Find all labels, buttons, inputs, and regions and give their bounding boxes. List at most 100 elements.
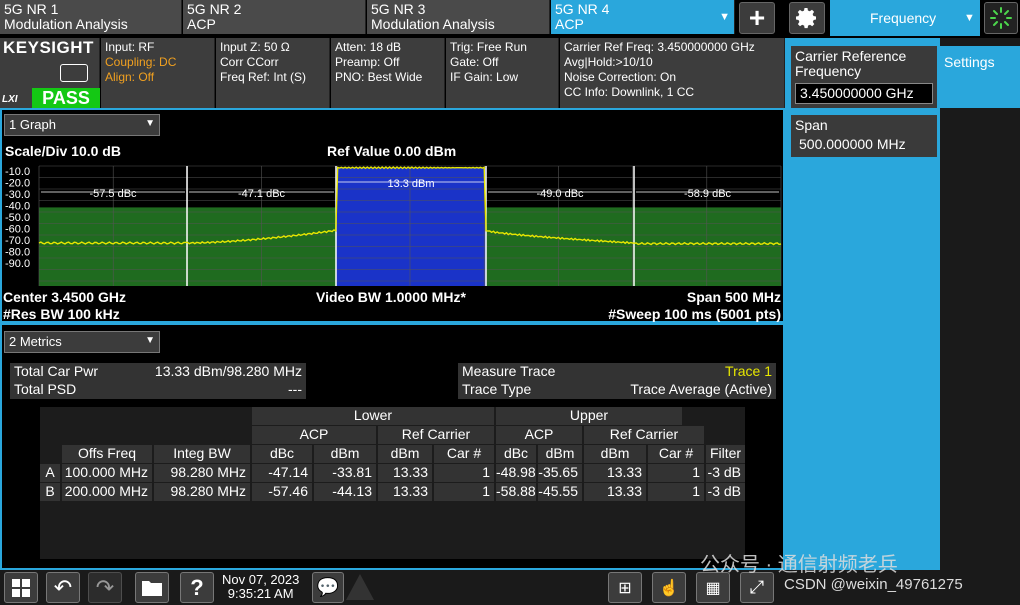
file-button[interactable] xyxy=(135,572,169,603)
trigger-info[interactable]: Trig: Free Run Gate: Off IF Gain: Low xyxy=(446,38,559,108)
time-label: 9:35:21 AM xyxy=(227,586,294,601)
y-tick-label: -80.0 xyxy=(5,247,30,259)
corr-label: Corr CCorr xyxy=(220,55,279,69)
gear-icon xyxy=(796,8,816,29)
carrier-ref-freq-value[interactable]: 3.450000000 GHz xyxy=(795,83,933,104)
gate-label: Gate: Off xyxy=(450,55,499,69)
frequency-menu[interactable]: Frequency ▼ xyxy=(830,0,980,36)
chevron-down-icon: ▼ xyxy=(964,12,975,24)
lower-ref-carrier-header: Ref Carrier xyxy=(378,426,494,444)
column-header: dBm xyxy=(378,445,432,463)
atten-info[interactable]: Atten: 18 dB Preamp: Off PNO: Best Wide xyxy=(331,38,445,108)
touch-icon: ☝ xyxy=(659,579,679,597)
scale-div-label: Scale/Div 10.0 dB xyxy=(5,143,121,159)
span-label: Span xyxy=(795,117,828,133)
total-car-pwr-row: Total Car Pwr 13.33 dBm/98.280 MHz xyxy=(10,363,306,381)
span-softkey[interactable]: Span 500.000000 MHz xyxy=(790,114,938,158)
column-header: dBc xyxy=(496,445,536,463)
touch-button[interactable]: ☝ xyxy=(652,572,686,603)
brand-block: KEYSIGHT LXI PASS xyxy=(0,38,100,108)
tab-title: 5G NR 1 xyxy=(4,1,59,17)
tab-title: 5G NR 2 xyxy=(187,1,242,17)
column-header: Car # xyxy=(434,445,494,463)
table-cell: -3 dB xyxy=(706,464,745,482)
redo-button[interactable]: ↷ xyxy=(88,572,122,603)
avg-hold-label: Avg|Hold:>10/10 xyxy=(564,55,653,69)
help-icon: ? xyxy=(190,574,204,600)
metrics-view-dropdown[interactable]: 2 Metrics ▼ xyxy=(4,331,160,353)
tab-5gnr3[interactable]: 5G NR 3 Modulation Analysis xyxy=(367,0,550,34)
tab-5gnr4[interactable]: 5G NR 4 ACP ▼ xyxy=(551,0,735,34)
table-cell: 1 xyxy=(434,464,494,482)
upper-ref-carrier-header: Ref Carrier xyxy=(584,426,704,444)
row-label: A xyxy=(40,464,60,482)
clock: Nov 07, 2023 9:35:21 AM xyxy=(222,573,299,601)
fullscreen-icon: ⤢ xyxy=(749,577,765,597)
preset-button[interactable]: ⊞ xyxy=(608,572,642,603)
segment-value-label: -49.0 dBc xyxy=(536,188,584,200)
network-icon: ⊞ xyxy=(618,579,632,597)
settings-button[interactable] xyxy=(789,2,825,34)
warning-icon[interactable] xyxy=(346,574,374,600)
y-tick-label: -50.0 xyxy=(5,212,30,224)
span-value[interactable]: 500.000000 MHz xyxy=(795,135,933,154)
tab-5gnr2[interactable]: 5G NR 2 ACP xyxy=(183,0,366,34)
plus-icon: + xyxy=(748,2,766,33)
table-cell: 13.33 xyxy=(584,464,646,482)
frequency-label: Frequency xyxy=(870,10,937,26)
total-car-pwr-label: Total Car Pwr xyxy=(14,363,99,379)
metrics-window[interactable]: 2 Metrics ▼ Total Car Pwr 13.33 dBm/98.2… xyxy=(0,323,785,570)
tab-title: 5G NR 4 xyxy=(555,1,610,17)
chevron-down-icon: ▼ xyxy=(145,335,155,346)
total-car-pwr-value: 13.33 dBm/98.280 MHz xyxy=(154,363,302,379)
table-cell: 1 xyxy=(648,483,704,501)
input-z-info[interactable]: Input Z: 50 Ω Corr CCorr Freq Ref: Int (… xyxy=(216,38,330,108)
carrier-info[interactable]: Carrier Ref Freq: 3.450000000 GHz Avg|Ho… xyxy=(560,38,785,108)
trace-type-row: Trace Type Trace Average (Active) xyxy=(458,381,776,399)
tab-title: 5G NR 3 xyxy=(371,1,426,17)
atten-label: Atten: 18 dB xyxy=(335,40,402,54)
watermark-wechat: 公众号 · 通信射频老兵 xyxy=(700,554,898,576)
table-cell: -45.55 xyxy=(538,483,582,501)
table-cell: -3 dB xyxy=(706,483,745,501)
segment-value-label: -57.5 dBc xyxy=(89,188,137,200)
table-row: A 100.000 MHz 98.280 MHz -47.14 -33.81 13.33 1… xyxy=(40,464,745,482)
input-info[interactable]: Input: RF Coupling: DC Align: Off xyxy=(101,38,215,108)
chevron-down-icon: ▼ xyxy=(145,118,155,129)
messages-button[interactable]: 💬 xyxy=(312,572,344,603)
total-psd-value: --- xyxy=(288,381,302,397)
acp-results-table: Lower Upper ACP Ref Carrier ACP Ref Carr… xyxy=(40,407,745,559)
noise-correction-label: Noise Correction: On xyxy=(564,70,677,84)
chevron-down-icon[interactable]: ▼ xyxy=(719,10,730,25)
watermark-csdn: CSDN @weixin_49761275 xyxy=(784,576,963,593)
help-button[interactable]: ? xyxy=(180,572,214,603)
segment-value-label: -58.9 dBc xyxy=(684,188,732,200)
table-cell: 100.000 MHz xyxy=(62,464,152,482)
total-psd-row: Total PSD --- xyxy=(10,381,306,399)
spectrum-plot[interactable]: -10.0-20.0-30.0-40.0-50.0-60.0-70.0-80.0… xyxy=(2,160,783,290)
column-header: Car # xyxy=(648,445,704,463)
carrier-ref-freq-label: Carrier Ref Freq: 3.450000000 GHz xyxy=(564,40,755,54)
activity-button[interactable] xyxy=(984,2,1018,34)
y-tick-label: -20.0 xyxy=(5,178,30,190)
settings-tab[interactable]: Settings xyxy=(940,46,1020,108)
table-cell: 13.33 xyxy=(378,483,432,501)
windows-button[interactable] xyxy=(4,572,38,603)
ref-value-label: Ref Value 0.00 dBm xyxy=(327,143,457,159)
keysight-logo: KEYSIGHT xyxy=(3,38,94,57)
row-label: B xyxy=(40,483,60,501)
y-tick-label: -10.0 xyxy=(5,166,30,178)
graph-view-dropdown[interactable]: 1 Graph ▼ xyxy=(4,114,160,136)
y-tick-label: -60.0 xyxy=(5,224,30,236)
undo-button[interactable]: ↶ xyxy=(46,572,80,603)
segment-value-label: -47.1 dBc xyxy=(238,188,286,200)
trace-type-value: Trace Average (Active) xyxy=(630,381,772,397)
carrier-ref-freq-softkey[interactable]: Carrier Reference Frequency 3.450000000 … xyxy=(790,45,938,109)
table-cell: -35.65 xyxy=(538,464,582,482)
span-label: Span 500 MHz xyxy=(686,289,781,305)
measure-trace-row: Measure Trace Trace 1 xyxy=(458,363,776,381)
tab-subtitle: ACP xyxy=(187,16,216,32)
spectrum-graph-window[interactable]: 1 Graph ▼ Scale/Div 10.0 dB Ref Value 0.… xyxy=(0,108,785,323)
add-screen-button[interactable]: + xyxy=(739,2,775,34)
tab-5gnr1[interactable]: 5G NR 1 Modulation Analysis xyxy=(0,0,182,34)
